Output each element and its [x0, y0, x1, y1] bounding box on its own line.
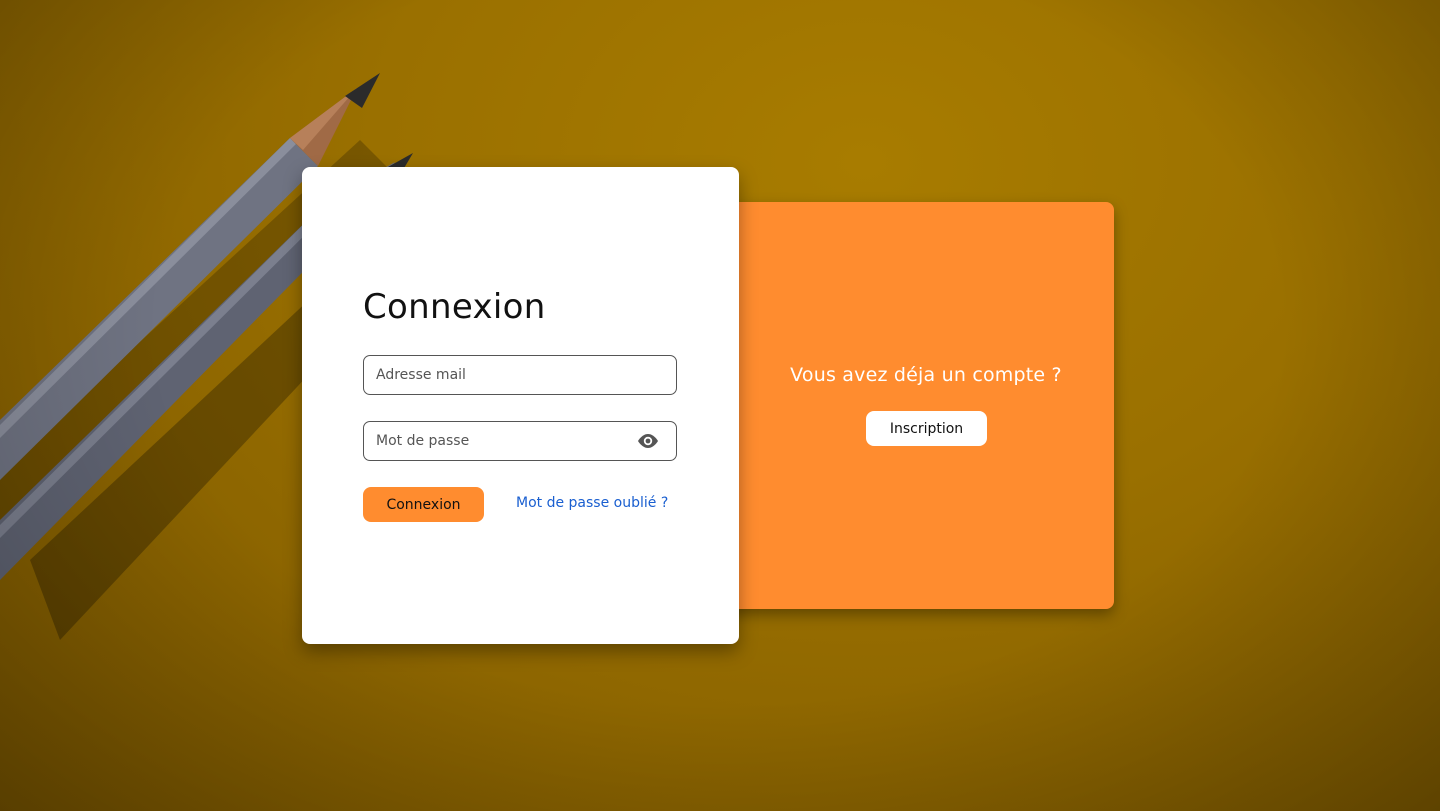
- eye-icon[interactable]: [636, 432, 660, 450]
- signup-button[interactable]: Inscription: [866, 411, 987, 446]
- login-title: Connexion: [363, 287, 546, 327]
- signup-panel: Vous avez déja un compte ? Inscription: [738, 202, 1114, 609]
- login-card: Connexion Connexion Mot de passe oublié …: [302, 167, 739, 644]
- login-button[interactable]: Connexion: [363, 487, 484, 522]
- email-field[interactable]: [376, 356, 626, 394]
- signup-prompt: Vous avez déja un compte ?: [790, 364, 1062, 386]
- password-field[interactable]: [376, 422, 626, 460]
- email-field-wrapper: [363, 355, 677, 395]
- forgot-password-link[interactable]: Mot de passe oublié ?: [516, 495, 668, 511]
- password-field-wrapper: [363, 421, 677, 461]
